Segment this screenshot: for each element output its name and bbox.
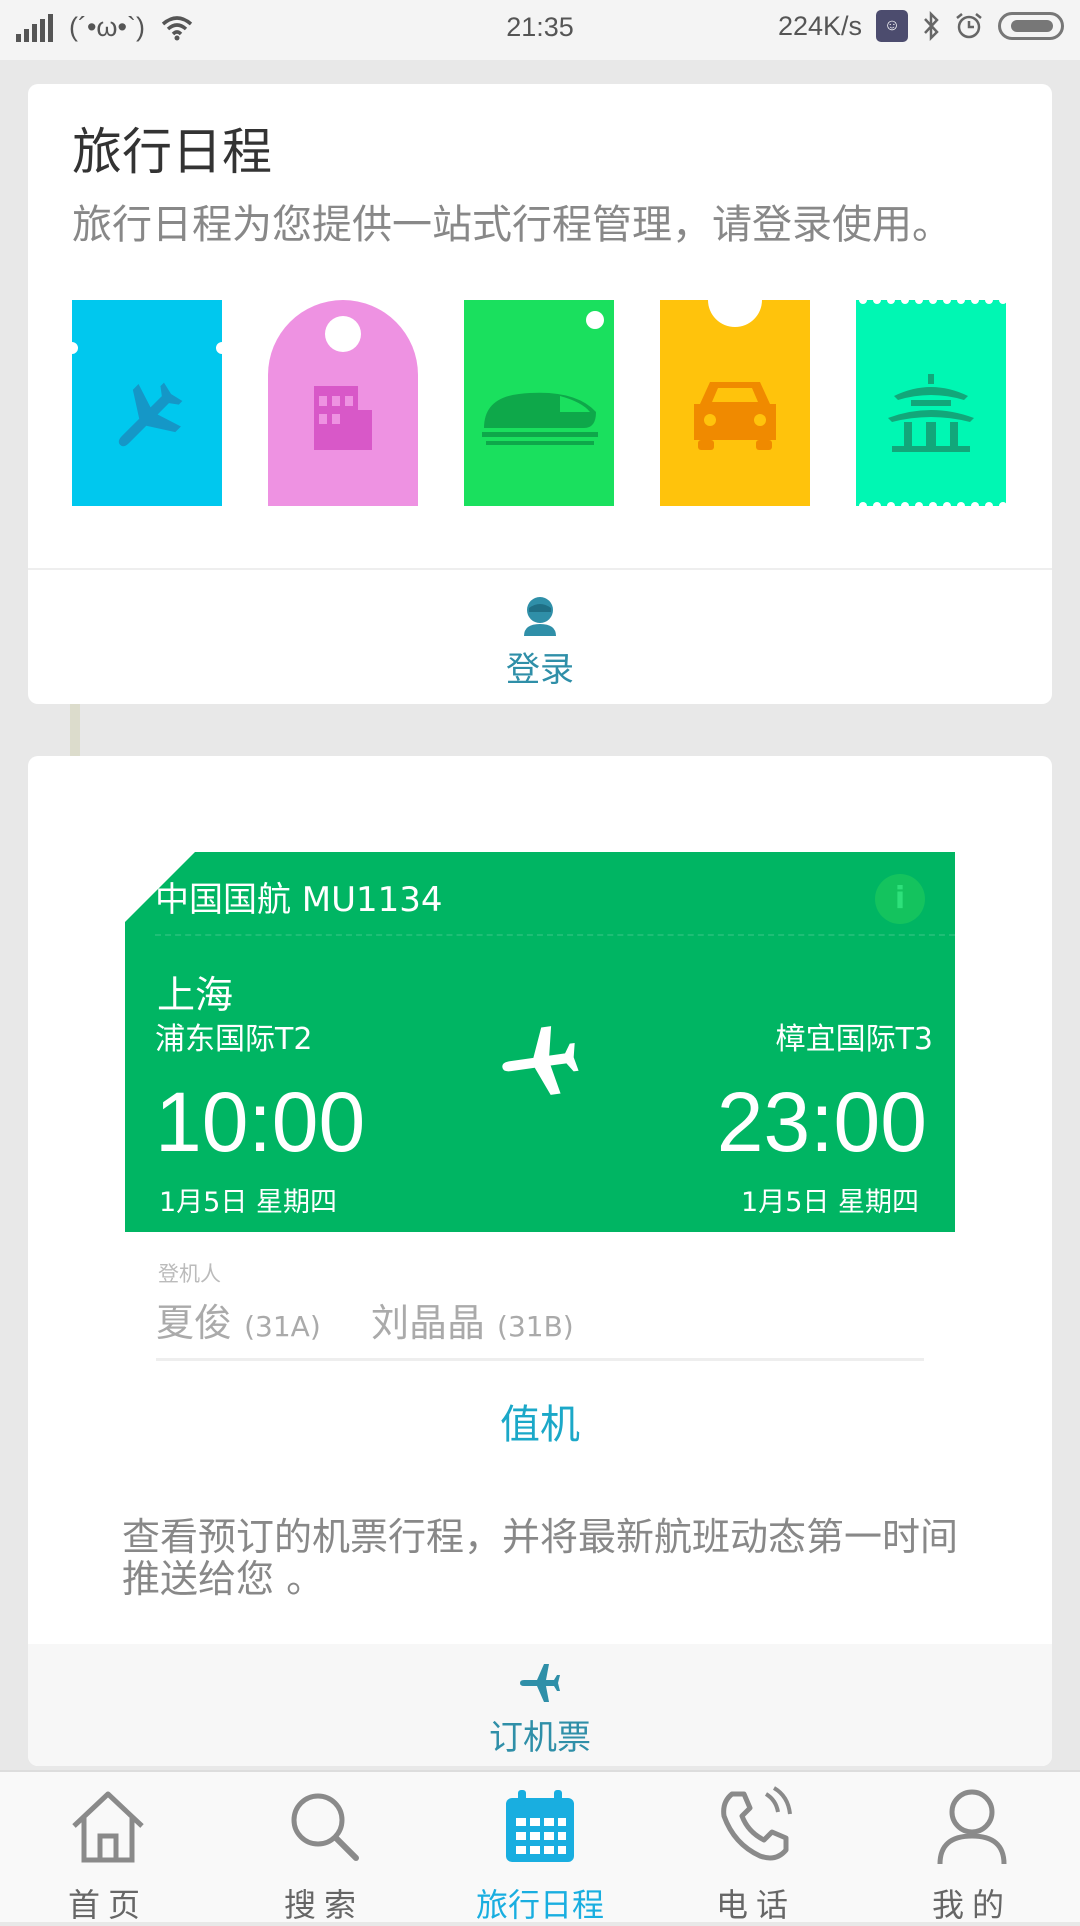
divider: [156, 1358, 924, 1361]
login-label: 登录: [506, 650, 574, 690]
arrival-time: 23:00: [716, 1075, 927, 1169]
app-notification-icon: ☺: [876, 10, 908, 42]
dashed-divider: [155, 934, 955, 936]
passenger-name: 刘晶晶: [370, 1301, 485, 1345]
hotel-ticket: [268, 300, 418, 506]
passenger-seat: (31B): [497, 1310, 574, 1343]
net-speed: 224K/s: [777, 10, 862, 41]
home-icon: [72, 1791, 144, 1863]
scenic-ticket: [856, 300, 1006, 506]
passenger-label: 登机人: [158, 1262, 221, 1286]
timeline-connector: [70, 704, 80, 756]
card-title: 旅行日程: [72, 123, 272, 181]
calendar-icon: [506, 1790, 574, 1862]
departure-terminal: 浦东国际T2: [155, 1022, 313, 1057]
nav-home[interactable]: 首页: [0, 1772, 216, 1924]
nav-label: 旅行日程: [475, 1886, 604, 1924]
flight-description: 查看预订的机票行程，并将最新航班动态第一时间推送给您 。: [122, 1515, 959, 1601]
flight-ticket-card[interactable]: 中国国航 MU1134 i 上海 浦东国际T2 樟宜国际T3 10:00 23:…: [125, 852, 955, 1232]
nav-phone[interactable]: 电话: [648, 1772, 864, 1924]
train-ticket: [464, 300, 614, 506]
arrival-date: 1月5日 星期四: [741, 1187, 919, 1218]
plane-icon: [520, 1664, 560, 1702]
nav-label: 电话: [715, 1886, 796, 1924]
departure-date: 1月5日 星期四: [159, 1187, 337, 1218]
divider: [28, 568, 1052, 570]
plane-icon: [502, 1026, 579, 1095]
passenger-list: 夏俊 (31A) 刘晶晶 (31B): [156, 1292, 574, 1347]
departure-time: 10:00: [155, 1075, 366, 1169]
book-flight-label: 订机票: [489, 1718, 591, 1758]
bluetooth-icon: [924, 11, 939, 41]
nav-trips[interactable]: 旅行日程: [432, 1772, 648, 1924]
passenger-name: 夏俊: [156, 1301, 233, 1345]
nav-label: 首页: [67, 1886, 148, 1924]
search-icon: [291, 1793, 359, 1861]
login-button[interactable]: 登录: [440, 596, 640, 696]
phone-icon: [721, 1786, 792, 1861]
nav-label: 搜索: [283, 1886, 364, 1924]
nav-profile[interactable]: 我的: [864, 1772, 1080, 1924]
alarm-icon: [956, 13, 982, 39]
user-avatar-icon: [524, 597, 556, 636]
info-icon[interactable]: i: [875, 874, 925, 924]
user-icon: [937, 1789, 1007, 1865]
book-flight-button[interactable]: 订机票: [28, 1644, 1052, 1766]
car-ticket: [660, 300, 810, 506]
status-bar: (´•ω•`) 21:35 224K/s ☺: [0, 0, 1080, 60]
arrival-terminal: 樟宜国际T3: [775, 1022, 933, 1057]
departure-city: 上海: [157, 973, 234, 1017]
flight-sample-card: 中国国航 MU1134 i 上海 浦东国际T2 樟宜国际T3 10:00 23:…: [28, 756, 1052, 1766]
nav-label: 我的: [931, 1886, 1012, 1924]
car-icon: [694, 382, 776, 450]
airline-flight-number: 中国国航 MU1134: [155, 880, 443, 920]
card-subtitle: 旅行日程为您提供一站式行程管理，请登录使用。: [72, 202, 952, 248]
nav-search[interactable]: 搜索: [216, 1772, 432, 1924]
checkin-button[interactable]: 值机: [28, 1392, 1052, 1450]
battery-icon: [998, 12, 1064, 40]
flight-ticket: [72, 300, 222, 506]
ticket-type-row: [72, 300, 1012, 506]
passenger-seat: (31A): [244, 1310, 321, 1343]
trip-intro-card: 旅行日程 旅行日程为您提供一站式行程管理，请登录使用。 登录: [28, 84, 1052, 704]
bottom-navigation: 首页 搜索 旅行日程 电话 我的: [0, 1770, 1080, 1924]
